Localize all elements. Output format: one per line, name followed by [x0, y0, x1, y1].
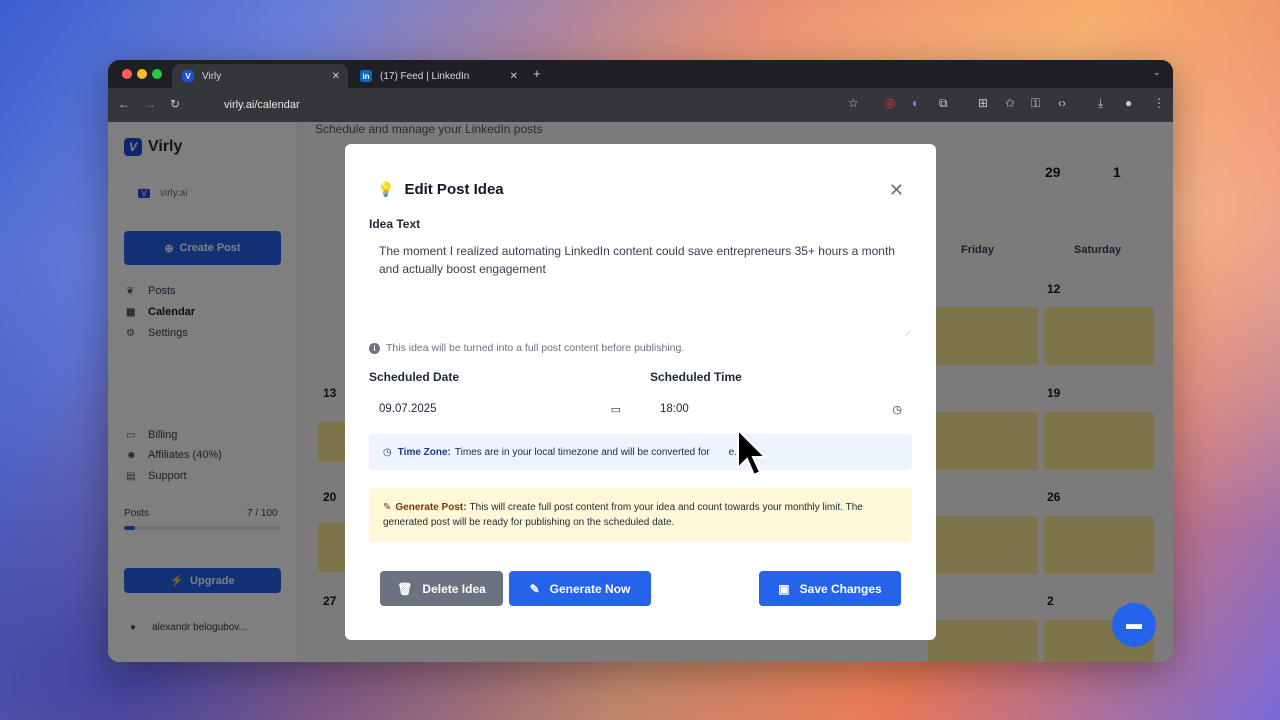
- tab-bar: V Virly ✕ in (17) Feed | LinkedIn ✕ + ⌄: [108, 60, 1173, 88]
- back-icon[interactable]: ←: [118, 97, 130, 111]
- lightbulb-icon: 💡: [377, 181, 395, 197]
- scheduled-date-input[interactable]: 09.07.2025 ▭: [369, 396, 631, 422]
- idea-text-label: Idea Text: [369, 217, 421, 231]
- save-changes-label: Save Changes: [799, 581, 882, 596]
- hint-text: This idea will be turned into a full pos…: [386, 342, 685, 354]
- tab-menu-chevron-icon[interactable]: ⌄: [1153, 67, 1161, 78]
- resize-handle-icon[interactable]: ⟋: [905, 328, 911, 339]
- clock-icon[interactable]: ◷: [892, 403, 902, 416]
- mouse-cursor-icon: [737, 428, 766, 477]
- idea-text-textarea[interactable]: The moment I realized automating LinkedI…: [369, 236, 915, 338]
- bookmark-star-icon[interactable]: ☆: [848, 96, 859, 110]
- extension-icon[interactable]: ◐: [912, 96, 919, 110]
- scheduled-date-label: Scheduled Date: [369, 370, 460, 384]
- scheduled-time-label: Scheduled Time: [650, 370, 742, 384]
- generate-now-label: Generate Now: [549, 581, 631, 596]
- tab-label: (17) Feed | LinkedIn: [380, 70, 470, 82]
- timezone-notice: ◷ Time Zone: Times are in your local tim…: [369, 434, 912, 470]
- browser-toolbar: ← → ↻ virly.ai/calendar ☆ ◎ ◐ ⧉ ⊞ ✩ ⚿ ‹›…: [108, 88, 1173, 122]
- tab-linkedin[interactable]: in (17) Feed | LinkedIn ✕: [350, 64, 526, 88]
- page-content: V Virly V virly.ai ⊕ Create Post ❦ Posts…: [108, 122, 1173, 662]
- virly-favicon-icon: V: [182, 70, 194, 82]
- timezone-text: Times are in your local timezone and wil…: [454, 446, 710, 458]
- save-changes-button[interactable]: ▣ Save Changes: [759, 571, 901, 606]
- maximize-window-button[interactable]: [152, 69, 162, 79]
- url-text: virly.ai/calendar: [224, 99, 300, 111]
- generate-post-notice: ✎ Generate Post: This will create full pos…: [369, 488, 912, 542]
- code-icon[interactable]: ‹›: [1058, 96, 1066, 110]
- tab-virly[interactable]: V Virly ✕: [172, 64, 348, 88]
- download-icon[interactable]: ⤓: [1098, 96, 1103, 111]
- scheduled-time-input[interactable]: 18:00 ◷: [650, 396, 912, 422]
- linkedin-favicon-icon: in: [360, 70, 372, 82]
- extension-icon[interactable]: ◎: [885, 96, 895, 110]
- close-tab-icon[interactable]: ✕: [332, 71, 340, 82]
- modal-title: 💡 Edit Post Idea: [377, 181, 504, 198]
- new-tab-icon[interactable]: +: [533, 66, 541, 81]
- clock-icon: ◷: [383, 446, 392, 458]
- tab-label: Virly: [202, 70, 222, 82]
- extensions-puzzle-icon[interactable]: ⧉: [939, 96, 948, 111]
- pencil-icon: ✎: [383, 502, 392, 513]
- trash-icon: 🗑: [397, 581, 413, 596]
- info-icon: i: [369, 342, 380, 354]
- minimize-window-button[interactable]: [137, 69, 147, 79]
- modal-title-text: Edit Post Idea: [404, 181, 504, 198]
- chat-bubble-icon: ▬: [1126, 616, 1142, 633]
- delete-idea-button[interactable]: 🗑 Delete Idea: [380, 571, 503, 606]
- close-icon[interactable]: ✕: [889, 180, 904, 201]
- edit-post-idea-modal: 💡 Edit Post Idea ✕ Idea Text The moment …: [345, 144, 936, 640]
- chat-widget-button[interactable]: ▬: [1112, 603, 1156, 647]
- save-icon: ▣: [778, 581, 790, 596]
- close-tab-icon[interactable]: ✕: [510, 71, 518, 82]
- generate-now-button[interactable]: ✎ Generate Now: [509, 571, 651, 606]
- browser-menu-icon[interactable]: ⋮: [1153, 96, 1165, 110]
- delete-idea-label: Delete Idea: [422, 581, 486, 596]
- forward-icon[interactable]: →: [144, 97, 156, 111]
- key-icon[interactable]: ⚿: [1031, 96, 1040, 111]
- pencil-icon: ✎: [529, 581, 540, 596]
- browser-window: V Virly ✕ in (17) Feed | LinkedIn ✕ + ⌄ …: [108, 60, 1173, 662]
- translate-icon[interactable]: ⊞: [978, 96, 988, 110]
- date-value: 09.07.2025: [379, 403, 437, 415]
- calendar-icon[interactable]: ▭: [611, 403, 621, 416]
- star-extension-icon[interactable]: ✩: [1005, 96, 1015, 110]
- reload-icon[interactable]: ↻: [170, 97, 180, 111]
- address-bar[interactable]: virly.ai/calendar: [200, 93, 870, 117]
- time-value: 18:00: [660, 403, 689, 415]
- timezone-title: Time Zone:: [397, 446, 451, 458]
- idea-hint: i This idea will be turned into a full p…: [369, 342, 684, 354]
- profile-icon[interactable]: ●: [1125, 96, 1132, 110]
- generate-notice-title: Generate Post:: [395, 502, 467, 513]
- close-window-button[interactable]: [122, 69, 132, 79]
